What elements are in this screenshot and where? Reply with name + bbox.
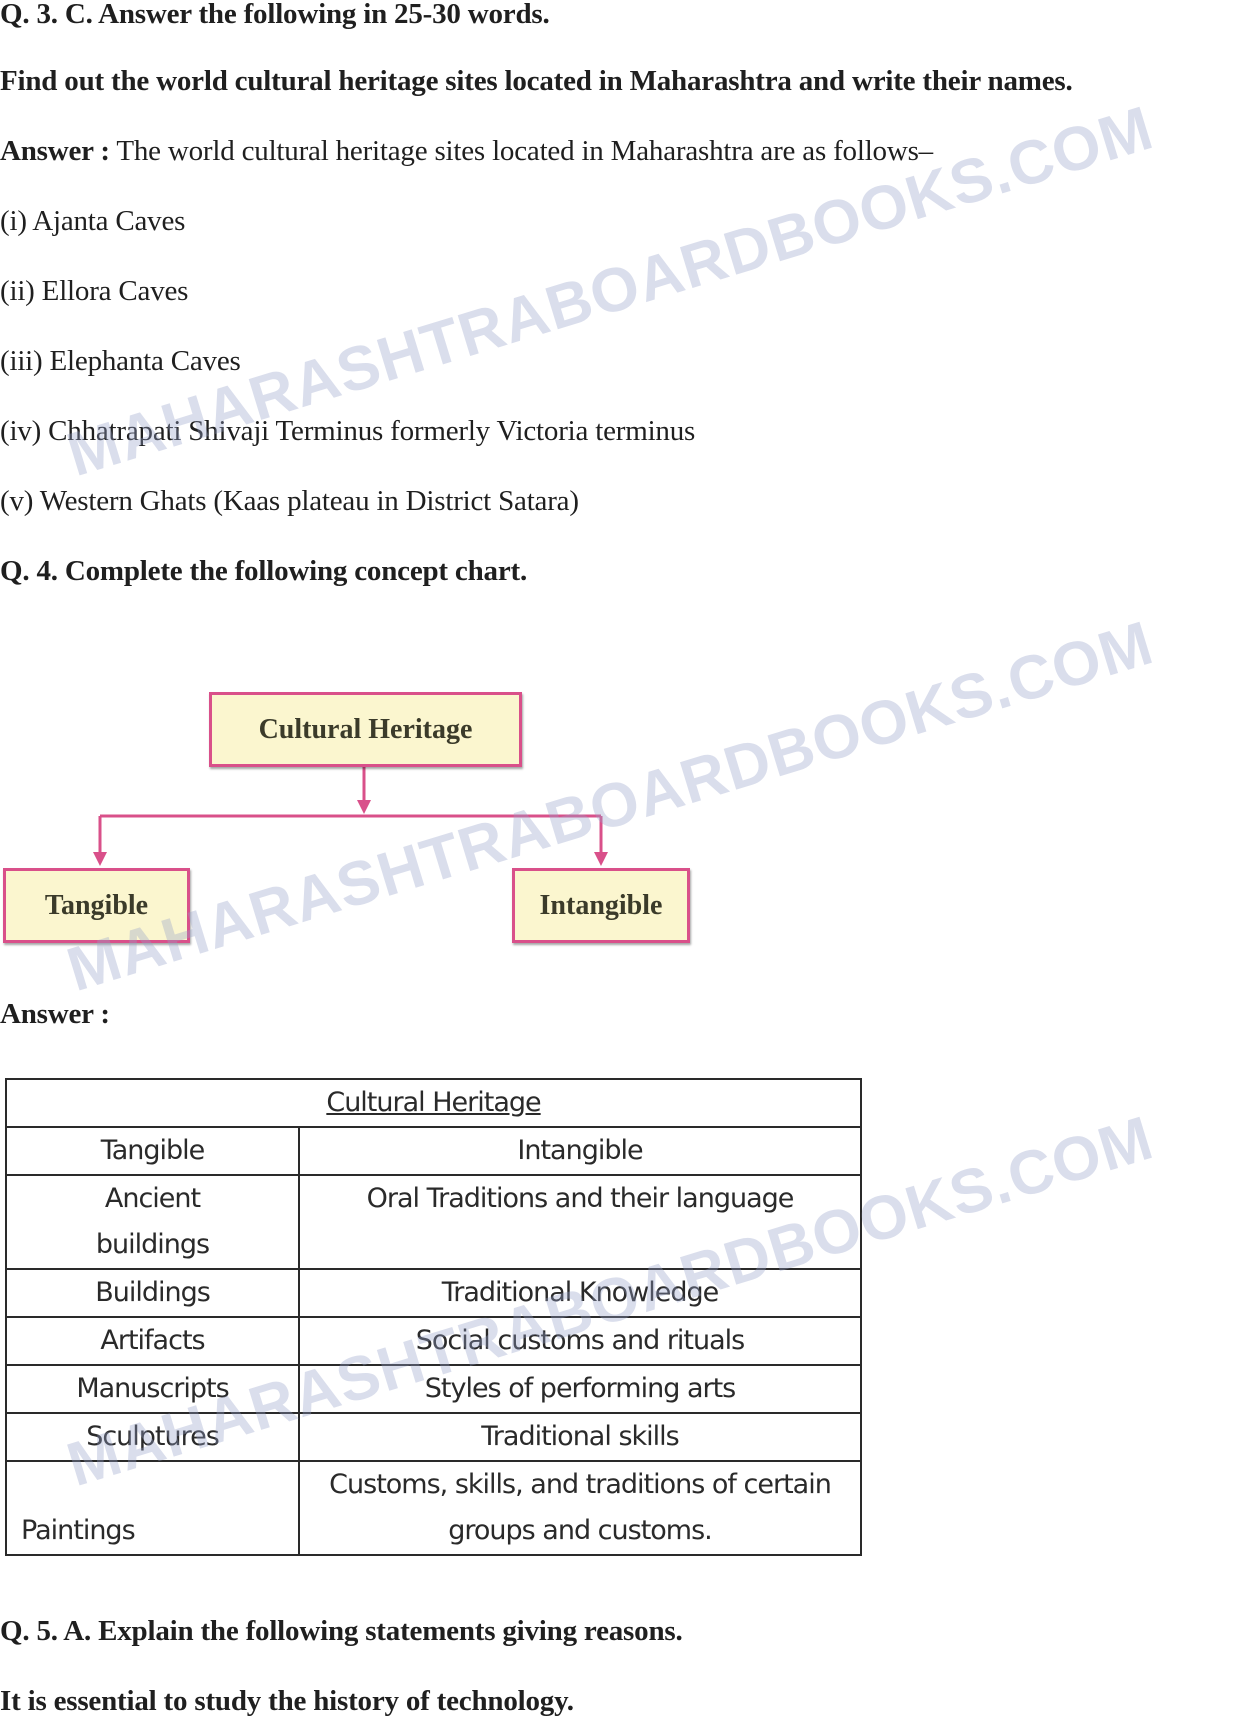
tangible-cell: Ancient buildings	[5, 1174, 300, 1270]
answer-table: Cultural Heritage Tangible Intangible An…	[5, 1078, 862, 1556]
table-row: Ancient buildings Oral Traditions and th…	[5, 1174, 862, 1270]
table-row: Buildings Traditional Knowledge	[5, 1268, 862, 1318]
arrow-head-root	[357, 800, 371, 814]
table-title-row: Cultural Heritage	[5, 1078, 862, 1128]
intangible-cell: Traditional Knowledge	[298, 1268, 862, 1318]
chart-tangible-box: Tangible	[3, 868, 190, 943]
table-row: Manuscripts Styles of performing arts	[5, 1364, 862, 1414]
intangible-cell: Customs, skills, and traditions of certa…	[298, 1460, 862, 1556]
table-header-row: Tangible Intangible	[5, 1126, 862, 1176]
table-title-text: Cultural Heritage	[326, 1087, 541, 1118]
tangible-cell: Manuscripts	[5, 1364, 300, 1414]
chart-root-box: Cultural Heritage	[209, 692, 522, 767]
tangible-cell: Sculptures	[5, 1412, 300, 1462]
header-intangible: Intangible	[298, 1126, 862, 1176]
q4-answer-label: Answer :	[0, 998, 110, 1030]
table-title: Cultural Heritage	[5, 1078, 862, 1128]
arrow-head-left	[93, 852, 107, 866]
tangible-cell: Buildings	[5, 1268, 300, 1318]
intangible-cell: Social customs and rituals	[298, 1316, 862, 1366]
intangible-cell: Styles of performing arts	[298, 1364, 862, 1414]
chart-intangible-box: Intangible	[512, 868, 690, 943]
table-row: Sculptures Traditional skills	[5, 1412, 862, 1462]
intangible-cell: Traditional skills	[298, 1412, 862, 1462]
table-row: Artifacts Social customs and rituals	[5, 1316, 862, 1366]
intangible-cell: Oral Traditions and their language	[298, 1174, 862, 1270]
arrow-head-right	[594, 852, 608, 866]
q5a-heading: Q. 5. A. Explain the following statement…	[0, 1615, 683, 1647]
q5a-statement: It is essential to study the history of …	[0, 1685, 574, 1717]
table-row: Paintings Customs, skills, and tradition…	[5, 1460, 862, 1556]
tangible-cell: Artifacts	[5, 1316, 300, 1366]
header-tangible: Tangible	[5, 1126, 300, 1176]
tangible-cell: Paintings	[5, 1460, 300, 1556]
